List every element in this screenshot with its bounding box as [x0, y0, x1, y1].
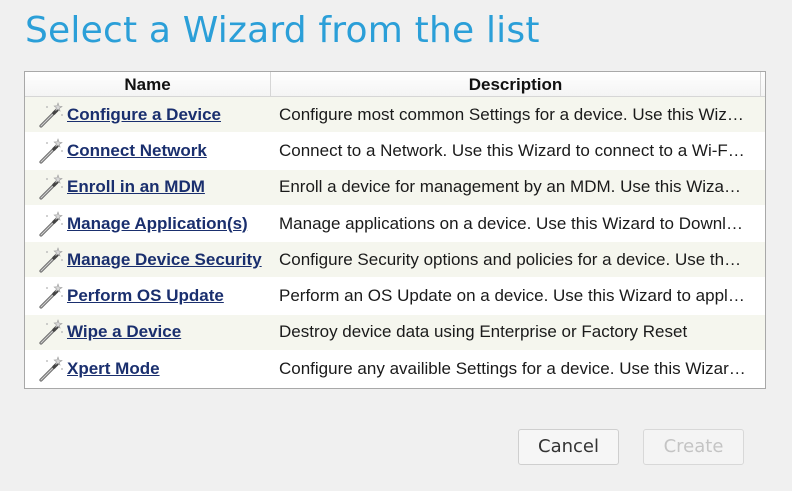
wand-icon: [37, 137, 65, 165]
wizard-description: Destroy device data using Enterprise or …: [279, 322, 688, 342]
table-row[interactable]: Connect Network Connect to a Network. Use…: [25, 133, 765, 170]
column-header-name[interactable]: Name: [25, 72, 271, 96]
wizard-link[interactable]: Configure a Device: [67, 105, 221, 125]
wizard-description: Configure most common Settings for a dev…: [279, 104, 744, 124]
wizard-description: Manage applications on a device. Use thi…: [279, 213, 743, 233]
table-row[interactable]: Perform OS Update Perform an OS Update on…: [25, 278, 765, 315]
wizard-link[interactable]: Manage Application(s): [67, 214, 248, 234]
create-button[interactable]: Create: [643, 429, 744, 465]
wand-icon: [37, 355, 65, 383]
table-row[interactable]: Configure a Device Configure most common …: [25, 97, 765, 134]
table-body: Configure a Device Configure most common …: [25, 97, 765, 388]
wizard-name-cell: Wipe a Device: [25, 318, 271, 346]
table-row[interactable]: Enroll in an MDM Enroll a device for mana…: [25, 169, 765, 206]
wizard-link[interactable]: Wipe a Device: [67, 322, 181, 342]
table-header: Name Description: [25, 72, 765, 97]
wizard-table: Name Description Configure a Device Confi…: [24, 71, 766, 389]
page-title: Select a Wizard from the list: [25, 10, 540, 51]
wizard-name-cell: Perform OS Update: [25, 282, 271, 310]
wizard-link[interactable]: Perform OS Update: [67, 286, 224, 306]
wizard-link[interactable]: Xpert Mode: [67, 359, 160, 379]
wizard-name-cell: Manage Application(s): [25, 210, 271, 238]
wizard-description: Enroll a device for management by an MDM…: [279, 177, 742, 197]
wizard-link[interactable]: Enroll in an MDM: [67, 177, 205, 197]
wizard-name-cell: Configure a Device: [25, 101, 271, 129]
table-row[interactable]: Manage Application(s) Manage applications…: [25, 206, 765, 243]
wand-icon: [37, 246, 65, 274]
wand-icon: [37, 318, 65, 346]
wizard-name-cell: Enroll in an MDM: [25, 173, 271, 201]
column-header-description[interactable]: Description: [271, 72, 761, 96]
wizard-name-cell: Connect Network: [25, 137, 271, 165]
cancel-button[interactable]: Cancel: [518, 429, 619, 465]
wizard-name-cell: Xpert Mode: [25, 355, 271, 383]
wand-icon: [37, 173, 65, 201]
wizard-description: Connect to a Network. Use this Wizard to…: [279, 140, 745, 160]
wizard-description: Perform an OS Update on a device. Use th…: [279, 286, 745, 306]
wand-icon: [37, 210, 65, 238]
wand-icon: [37, 101, 65, 129]
wizard-dialog: Select a Wizard from the list Name Descr…: [0, 0, 792, 491]
table-row[interactable]: Wipe a Device Destroy device data using E…: [25, 314, 765, 352]
wizard-description: Configure any availible Settings for a d…: [279, 358, 746, 378]
wizard-link[interactable]: Manage Device Security: [67, 250, 262, 270]
wizard-description: Configure Security options and policies …: [279, 249, 742, 269]
wizard-name-cell: Manage Device Security: [25, 246, 271, 274]
wand-icon: [37, 282, 65, 310]
table-row[interactable]: Manage Device Security Configure Security…: [25, 242, 765, 279]
table-row[interactable]: Xpert Mode Configure any availible Settin…: [25, 351, 765, 388]
wizard-link[interactable]: Connect Network: [67, 141, 207, 161]
